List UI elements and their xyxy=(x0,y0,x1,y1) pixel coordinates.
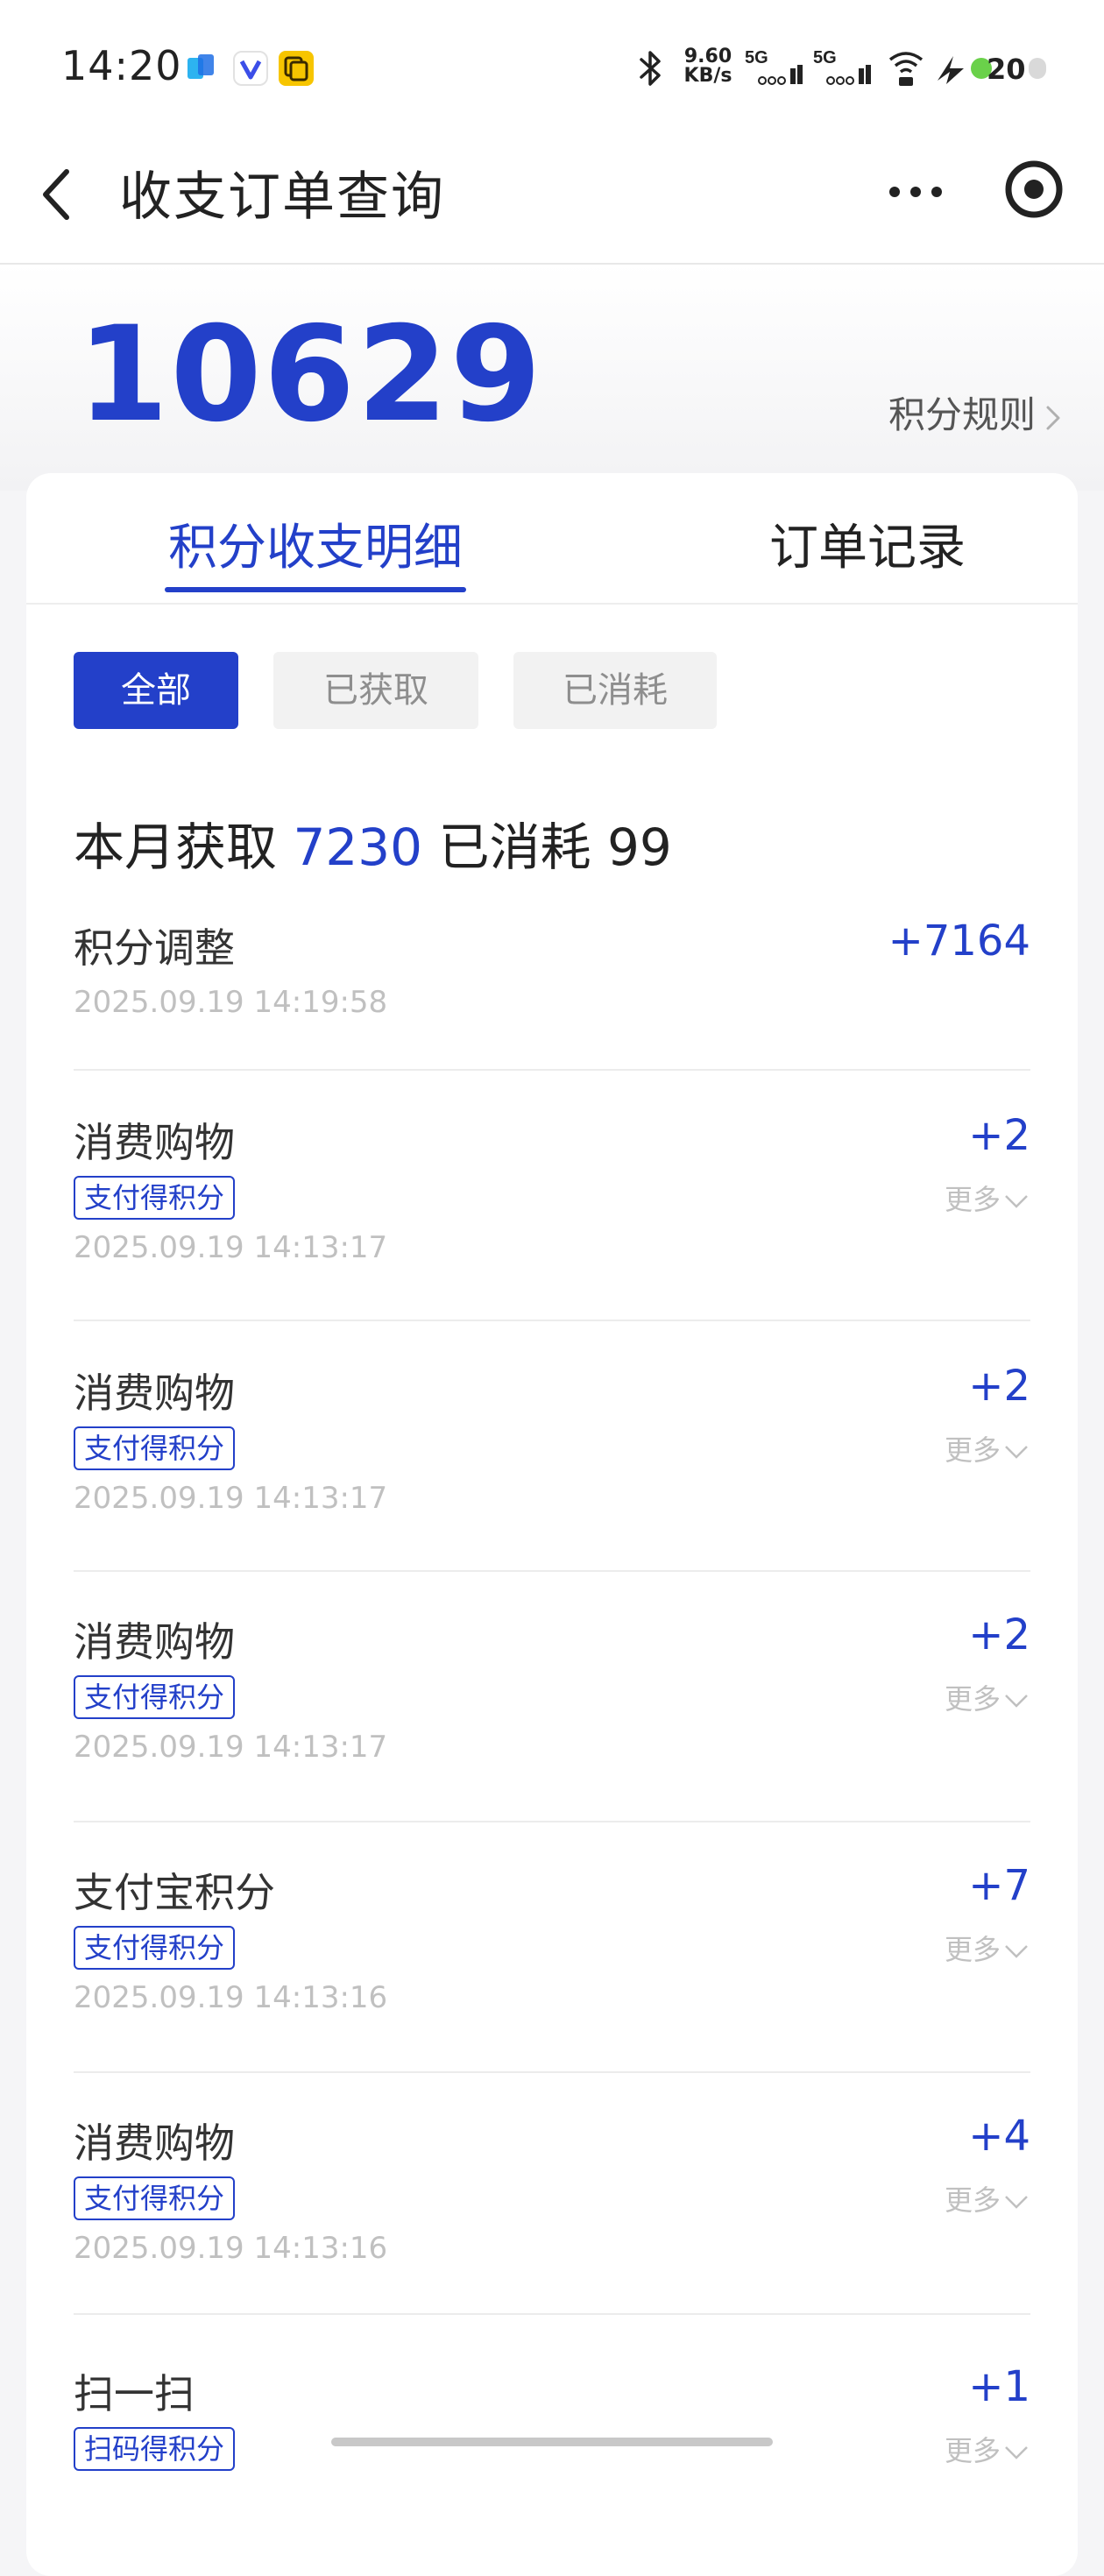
filter-spent-button[interactable]: 已消耗 xyxy=(513,652,717,729)
record-more-label: 更多 xyxy=(944,1682,1001,1716)
active-tab-underline xyxy=(165,587,466,592)
nav-bar: 收支订单查询 xyxy=(0,131,1104,265)
status-bar: 14:20 9.60 KB/s 5G 5G 20 xyxy=(0,0,1104,131)
record-title: 消费购物 xyxy=(74,2120,235,2167)
record-tag: 支付得积分 xyxy=(74,1926,236,1970)
record-time: 2025.09.19 14:13:17 xyxy=(74,1230,388,1265)
record-more-toggle[interactable]: 更多 xyxy=(945,2178,1030,2219)
network-speed-unit: KB/s xyxy=(683,65,732,87)
list-divider xyxy=(74,2071,1030,2073)
record-time: 2025.09.19 14:13:17 xyxy=(74,1730,388,1765)
chevron-down-icon xyxy=(1005,1945,1028,1958)
record-more-label: 更多 xyxy=(944,1933,1001,1966)
summary-earned-value: 7230 xyxy=(293,817,423,877)
tab-points-detail[interactable]: 积分收支明细 xyxy=(165,508,466,596)
record-amount: +2 xyxy=(968,1362,1030,1411)
record-more-label: 更多 xyxy=(944,2434,1001,2467)
network-speed-value: 9.60 xyxy=(683,46,732,67)
points-balance: 10629 xyxy=(77,299,543,451)
record-title: 扫一扫 xyxy=(74,2370,195,2417)
close-miniprogram-icon[interactable] xyxy=(1002,158,1065,221)
app-notification-icon xyxy=(188,54,214,79)
back-arrow-icon[interactable] xyxy=(35,159,79,230)
bluetooth-icon xyxy=(640,51,661,86)
chevron-down-icon xyxy=(1005,1446,1028,1459)
record-more-label: 更多 xyxy=(944,2183,1001,2217)
wifi-icon xyxy=(888,52,924,86)
chevron-down-icon xyxy=(1005,2446,1028,2459)
list-divider xyxy=(74,2313,1030,2315)
record-more-label: 更多 xyxy=(944,1183,1001,1216)
status-time: 14:20 xyxy=(61,42,182,89)
list-item[interactable]: 消费购物 +2 支付得积分 更多 2025.09.19 14:13:17 xyxy=(74,1111,1030,1265)
battery-indicator: 20 xyxy=(971,53,1046,86)
record-amount: +1 xyxy=(968,2362,1030,2411)
list-divider xyxy=(74,1821,1030,1822)
signal-5g-icon: 5G xyxy=(745,48,803,85)
record-tag: 支付得积分 xyxy=(74,1176,236,1220)
record-amount: +7164 xyxy=(888,916,1030,966)
record-time: 2025.09.19 14:19:58 xyxy=(74,985,388,1020)
record-tag: 支付得积分 xyxy=(74,1426,236,1470)
record-time: 2025.09.19 14:13:16 xyxy=(74,1980,388,2015)
signal-5g-label-2: 5G xyxy=(813,48,837,67)
page-title: 收支订单查询 xyxy=(119,166,445,228)
list-divider xyxy=(74,1069,1030,1071)
points-card: 积分收支明细 订单记录 全部 已获取 已消耗 本月获取 7230 已消耗 99 … xyxy=(26,473,1078,2576)
chevron-right-icon xyxy=(1046,406,1060,429)
record-more-toggle[interactable]: 更多 xyxy=(945,1677,1030,1717)
summary-spent-value: 99 xyxy=(606,817,672,877)
network-speed: 9.60 KB/s xyxy=(682,47,734,86)
record-title: 积分调整 xyxy=(74,924,235,972)
tab-points-detail-label: 积分收支明细 xyxy=(168,520,463,577)
summary-earned-label: 本月获取 xyxy=(74,817,278,877)
filter-all-button[interactable]: 全部 xyxy=(74,652,238,729)
clipboard-app-icon xyxy=(279,51,314,86)
record-amount: +4 xyxy=(968,2112,1030,2161)
home-indicator[interactable] xyxy=(331,2438,773,2446)
more-options-icon[interactable] xyxy=(885,170,946,214)
record-tag: 支付得积分 xyxy=(74,2176,236,2220)
tab-order-records-label: 订单记录 xyxy=(769,520,966,577)
battery-tail xyxy=(1029,58,1046,79)
list-item[interactable]: 支付宝积分 +7 支付得积分 更多 2025.09.19 14:13:16 xyxy=(74,1861,1030,2015)
record-title: 消费购物 xyxy=(74,1369,235,1417)
chevron-down-icon xyxy=(1005,1195,1028,1208)
charging-icon xyxy=(938,56,964,84)
record-amount: +2 xyxy=(968,1111,1030,1160)
record-title: 消费购物 xyxy=(74,1119,235,1166)
tab-order-records[interactable]: 订单记录 xyxy=(718,508,1016,596)
list-item[interactable]: 消费购物 +2 支付得积分 更多 2025.09.19 14:13:17 xyxy=(74,1362,1030,1516)
points-rules-link[interactable]: 积分规则 xyxy=(888,389,1064,442)
signal-5g-label: 5G xyxy=(745,48,768,67)
record-time: 2025.09.19 14:13:16 xyxy=(74,2231,388,2266)
record-tag: 扫码得积分 xyxy=(74,2427,236,2471)
summary-spent-label: 已消耗 xyxy=(438,817,591,877)
record-more-toggle[interactable]: 更多 xyxy=(945,1928,1030,1968)
list-divider xyxy=(74,1320,1030,1321)
tab-bar: 积分收支明细 订单记录 xyxy=(26,473,1078,605)
monthly-summary: 本月获取 7230 已消耗 99 xyxy=(74,806,672,880)
record-title: 消费购物 xyxy=(74,1618,235,1666)
record-more-toggle[interactable]: 更多 xyxy=(945,2429,1030,2469)
signal-5g-icon-2: 5G xyxy=(813,48,871,85)
record-time: 2025.09.19 14:13:17 xyxy=(74,1481,388,1516)
list-item[interactable]: 消费购物 +4 支付得积分 更多 2025.09.19 14:13:16 xyxy=(74,2112,1030,2266)
record-amount: +7 xyxy=(968,1861,1030,1910)
record-title: 支付宝积分 xyxy=(74,1869,275,1916)
points-rules-label: 积分规则 xyxy=(888,393,1037,436)
filter-earned-button[interactable]: 已获取 xyxy=(273,652,478,729)
chevron-down-icon xyxy=(1005,2196,1028,2209)
chevron-down-icon xyxy=(1005,1695,1028,1708)
vpn-app-icon xyxy=(233,51,268,86)
record-tag: 支付得积分 xyxy=(74,1675,236,1719)
record-more-toggle[interactable]: 更多 xyxy=(945,1178,1030,1218)
list-divider xyxy=(74,1570,1030,1572)
list-item[interactable]: 积分调整 +7164 2025.09.19 14:19:58 xyxy=(74,916,1030,1022)
record-amount: +2 xyxy=(968,1610,1030,1660)
battery-level: 20 xyxy=(987,53,1026,86)
record-more-label: 更多 xyxy=(944,1433,1001,1467)
list-item[interactable]: 消费购物 +2 支付得积分 更多 2025.09.19 14:13:17 xyxy=(74,1610,1030,1765)
record-more-toggle[interactable]: 更多 xyxy=(945,1428,1030,1468)
